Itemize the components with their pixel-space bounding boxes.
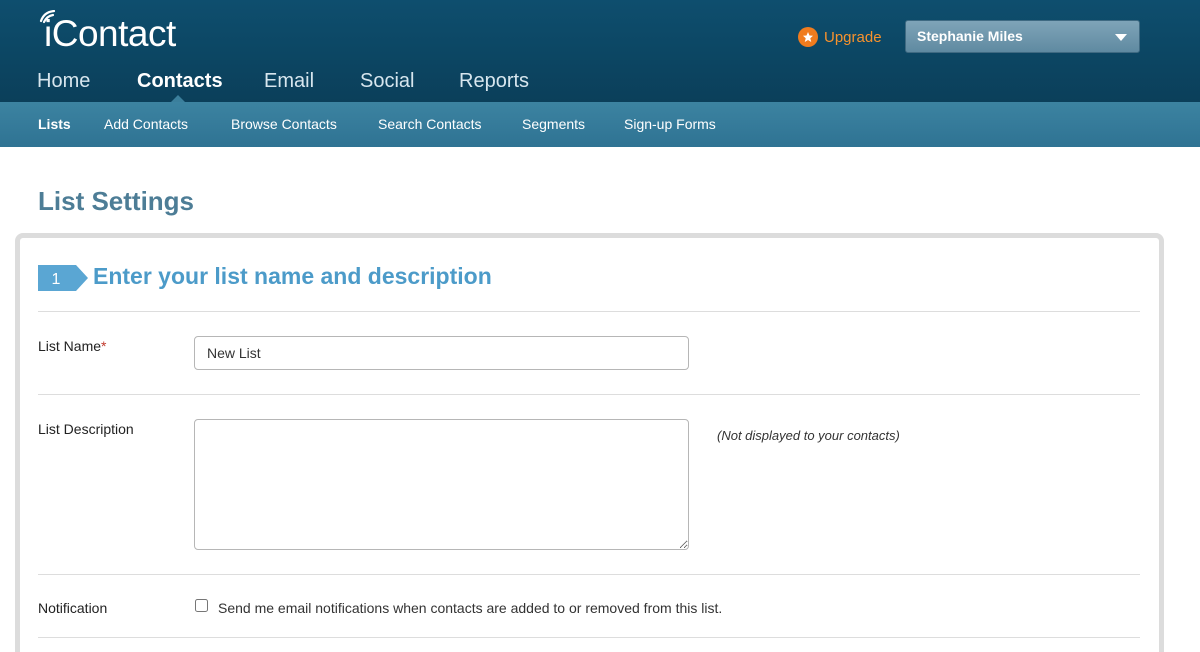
list-description-label: List Description — [38, 421, 134, 437]
divider — [38, 311, 1140, 312]
nav-home[interactable]: Home — [37, 70, 90, 93]
active-nav-pointer — [171, 95, 185, 102]
subnav-browse-contacts[interactable]: Browse Contacts — [231, 116, 337, 132]
subnav-signup-forms[interactable]: Sign-up Forms — [624, 116, 716, 132]
subnav-lists[interactable]: Lists — [38, 116, 71, 132]
notification-checkbox-label[interactable]: Send me email notifications when contact… — [218, 600, 722, 616]
user-name: Stephanie Miles — [917, 28, 1023, 44]
top-header: iContact Upgrade Stephanie Miles Home Co… — [0, 0, 1200, 102]
step-badge: 1 — [38, 265, 88, 291]
divider — [38, 637, 1140, 638]
arrow-badge-icon: 1 — [38, 265, 88, 291]
page-title: List Settings — [38, 186, 195, 216]
user-menu-dropdown[interactable]: Stephanie Miles — [905, 20, 1140, 53]
description-hint: (Not displayed to your contacts) — [717, 428, 900, 443]
subnav-segments[interactable]: Segments — [522, 116, 585, 132]
icontact-logo[interactable]: iContact — [36, 10, 176, 56]
step-number: 1 — [52, 271, 61, 288]
upgrade-label: Upgrade — [824, 28, 882, 46]
nav-social[interactable]: Social — [360, 70, 414, 93]
nav-email[interactable]: Email — [264, 70, 314, 93]
notification-label: Notification — [38, 600, 108, 616]
list-description-textarea[interactable] — [194, 419, 689, 550]
signal-waves-icon — [39, 10, 56, 24]
list-name-input[interactable] — [194, 336, 689, 370]
divider — [38, 394, 1140, 395]
list-name-label-text: List Name — [38, 338, 102, 354]
nav-contacts[interactable]: Contacts — [137, 70, 223, 93]
notification-checkbox[interactable] — [195, 599, 208, 612]
required-marker: * — [101, 338, 107, 354]
upgrade-link[interactable]: Upgrade — [798, 26, 882, 48]
nav-reports[interactable]: Reports — [459, 70, 529, 93]
step-title: Enter your list name and description — [93, 263, 492, 289]
star-icon — [798, 27, 818, 47]
subnav-add-contacts[interactable]: Add Contacts — [104, 116, 188, 132]
list-name-label: List Name* — [38, 338, 106, 354]
sub-nav: Lists Add Contacts Browse Contacts Searc… — [0, 102, 1200, 147]
subnav-search-contacts[interactable]: Search Contacts — [378, 116, 482, 132]
divider — [38, 574, 1140, 575]
caret-down-icon — [1115, 34, 1127, 41]
